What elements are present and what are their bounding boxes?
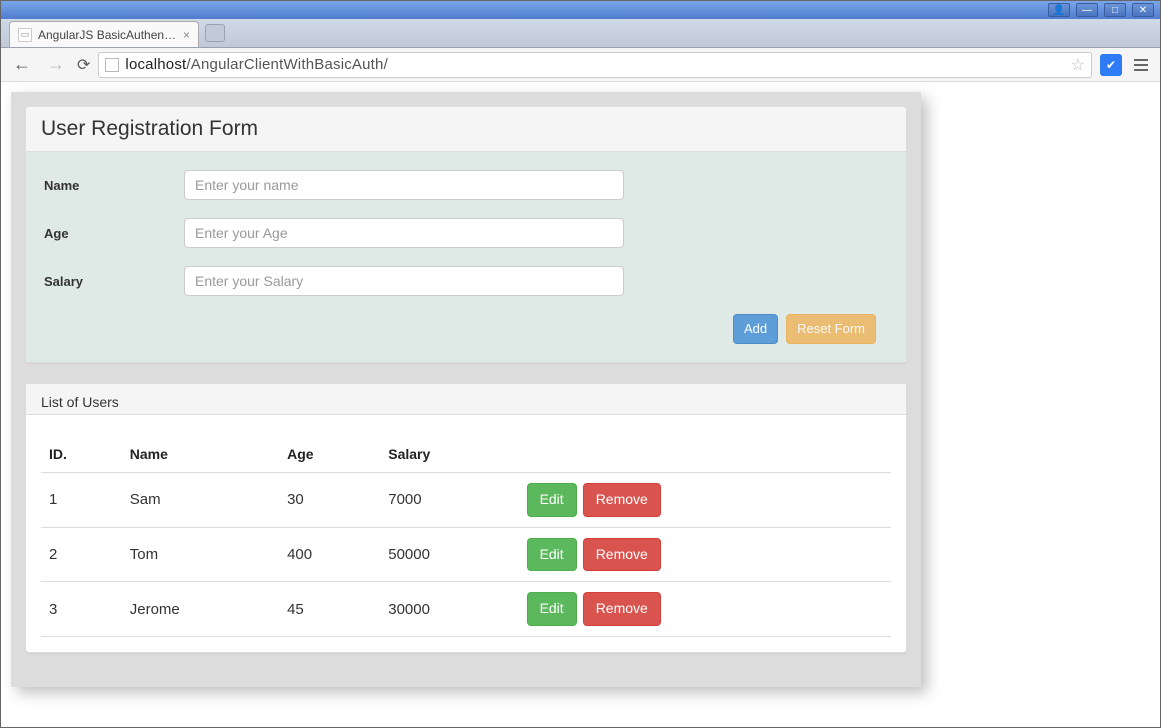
browser-window: 👤 — □ ✕ ▭ AngularJS BasicAuthenica × ← →…	[0, 0, 1161, 728]
cell-actions: EditRemove	[519, 582, 891, 637]
cell-id: 3	[41, 582, 122, 637]
name-label: Name	[44, 178, 184, 193]
cell-age: 45	[279, 582, 380, 637]
col-id: ID.	[41, 436, 122, 473]
form-title: User Registration Form	[41, 117, 258, 140]
cell-id: 1	[41, 473, 122, 528]
minimize-button[interactable]: —	[1076, 3, 1098, 17]
nav-bar: ← → ⟳ localhost/AngularClientWithBasicAu…	[1, 48, 1160, 82]
form-row-salary: Salary	[44, 266, 888, 296]
edit-button[interactable]: Edit	[527, 483, 577, 517]
close-window-button[interactable]: ✕	[1132, 3, 1154, 17]
cell-salary: 50000	[380, 527, 518, 582]
menu-button[interactable]	[1130, 54, 1152, 76]
list-title: List of Users	[26, 384, 906, 415]
cell-name: Sam	[122, 473, 279, 528]
extension-button[interactable]: ✔	[1100, 54, 1122, 76]
remove-button[interactable]: Remove	[583, 538, 661, 572]
address-bar[interactable]: localhost/AngularClientWithBasicAuth/ ☆	[98, 52, 1092, 78]
form-panel-heading: User Registration Form	[26, 107, 906, 152]
close-tab-icon[interactable]: ×	[183, 28, 190, 42]
document-icon: ▭	[18, 28, 32, 42]
back-button[interactable]: ←	[9, 52, 35, 77]
cell-actions: EditRemove	[519, 473, 891, 528]
reload-button[interactable]: ⟳	[77, 55, 90, 75]
page-container: User Registration Form Name Age Salary	[11, 92, 921, 687]
cell-salary: 7000	[380, 473, 518, 528]
user-icon[interactable]: 👤	[1048, 3, 1070, 17]
remove-button[interactable]: Remove	[583, 592, 661, 626]
form-body: Name Age Salary Add Reset Form	[26, 152, 906, 362]
edit-button[interactable]: Edit	[527, 592, 577, 626]
salary-input[interactable]	[184, 266, 624, 296]
col-salary: Salary	[380, 436, 518, 473]
col-actions	[519, 436, 891, 473]
form-row-age: Age	[44, 218, 888, 248]
maximize-button[interactable]: □	[1104, 3, 1126, 17]
tab-strip: ▭ AngularJS BasicAuthenica ×	[1, 19, 1160, 48]
list-body: ID. Name Age Salary 1Sam307000EditRemove…	[26, 415, 906, 652]
cell-name: Jerome	[122, 582, 279, 637]
cell-age: 400	[279, 527, 380, 582]
new-tab-button[interactable]	[205, 24, 225, 42]
table-header-row: ID. Name Age Salary	[41, 436, 891, 473]
cell-id: 2	[41, 527, 122, 582]
add-button[interactable]: Add	[733, 314, 778, 344]
cell-salary: 30000	[380, 582, 518, 637]
col-age: Age	[279, 436, 380, 473]
name-input[interactable]	[184, 170, 624, 200]
table-row: 2Tom40050000EditRemove	[41, 527, 891, 582]
age-label: Age	[44, 226, 184, 241]
cell-name: Tom	[122, 527, 279, 582]
remove-button[interactable]: Remove	[583, 483, 661, 517]
form-row-name: Name	[44, 170, 888, 200]
viewport: User Registration Form Name Age Salary	[1, 82, 1160, 727]
url-path: /AngularClientWithBasicAuth/	[186, 56, 388, 73]
edit-button[interactable]: Edit	[527, 538, 577, 572]
form-actions: Add Reset Form	[44, 314, 888, 344]
window-titlebar: 👤 — □ ✕	[1, 1, 1160, 19]
cell-actions: EditRemove	[519, 527, 891, 582]
cell-age: 30	[279, 473, 380, 528]
page-icon	[105, 58, 119, 72]
users-table: ID. Name Age Salary 1Sam307000EditRemove…	[41, 436, 891, 637]
salary-label: Salary	[44, 274, 184, 289]
bookmark-star-icon[interactable]: ☆	[1071, 55, 1085, 75]
registration-form-panel: User Registration Form Name Age Salary	[25, 106, 907, 363]
table-row: 1Sam307000EditRemove	[41, 473, 891, 528]
tab-title: AngularJS BasicAuthenica	[38, 28, 177, 42]
url-text: localhost/AngularClientWithBasicAuth/	[125, 56, 388, 73]
col-name: Name	[122, 436, 279, 473]
age-input[interactable]	[184, 218, 624, 248]
reset-form-button[interactable]: Reset Form	[786, 314, 876, 344]
browser-tab[interactable]: ▭ AngularJS BasicAuthenica ×	[9, 21, 199, 47]
forward-button[interactable]: →	[43, 52, 69, 77]
url-host: localhost	[125, 56, 186, 73]
table-row: 3Jerome4530000EditRemove	[41, 582, 891, 637]
user-list-panel: List of Users ID. Name Age Salary	[25, 383, 907, 653]
